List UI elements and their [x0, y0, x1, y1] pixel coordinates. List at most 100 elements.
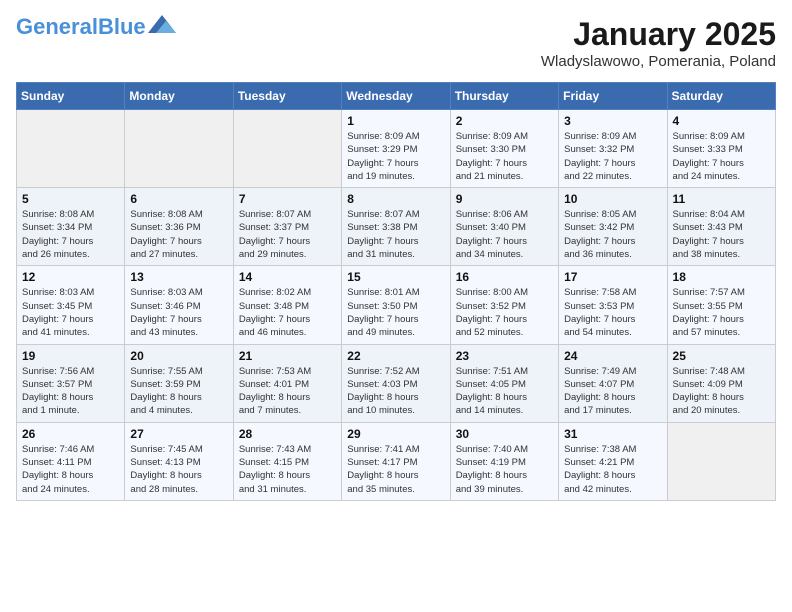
- cell-content: Sunrise: 8:05 AM Sunset: 3:42 PM Dayligh…: [564, 208, 661, 261]
- cell-content: Sunrise: 8:07 AM Sunset: 3:37 PM Dayligh…: [239, 208, 336, 261]
- cell-content: Sunrise: 7:45 AM Sunset: 4:13 PM Dayligh…: [130, 443, 227, 496]
- calendar-cell: 31 Sunrise: 7:38 AM Sunset: 4:21 PM Dayli…: [559, 422, 667, 500]
- day-number: 2: [456, 114, 553, 128]
- month-title: January 2025: [541, 16, 776, 53]
- calendar-cell: 17 Sunrise: 7:58 AM Sunset: 3:53 PM Dayli…: [559, 266, 667, 344]
- calendar-cell: [17, 110, 125, 188]
- day-number: 29: [347, 427, 444, 441]
- calendar-cell: 21 Sunrise: 7:53 AM Sunset: 4:01 PM Dayli…: [233, 344, 341, 422]
- calendar-cell: 1Sunrise: 8:09 AM Sunset: 3:29 PM Daylig…: [342, 110, 450, 188]
- calendar-cell: 10 Sunrise: 8:05 AM Sunset: 3:42 PM Dayli…: [559, 188, 667, 266]
- cell-content: Sunrise: 7:55 AM Sunset: 3:59 PM Dayligh…: [130, 365, 227, 418]
- calendar-cell: 8 Sunrise: 8:07 AM Sunset: 3:38 PM Daylig…: [342, 188, 450, 266]
- day-number: 27: [130, 427, 227, 441]
- calendar-cell: 6Sunrise: 8:08 AM Sunset: 3:36 PM Daylig…: [125, 188, 233, 266]
- calendar-week-row: 5 Sunrise: 8:08 AM Sunset: 3:34 PM Daylig…: [17, 188, 776, 266]
- weekday-header: Saturday: [667, 83, 775, 110]
- calendar-cell: 29 Sunrise: 7:41 AM Sunset: 4:17 PM Dayli…: [342, 422, 450, 500]
- cell-content: Sunrise: 7:52 AM Sunset: 4:03 PM Dayligh…: [347, 365, 444, 418]
- day-number: 30: [456, 427, 553, 441]
- day-number: 25: [673, 349, 770, 363]
- day-number: 8: [347, 192, 444, 206]
- calendar-cell: 28Sunrise: 7:43 AM Sunset: 4:15 PM Dayli…: [233, 422, 341, 500]
- calendar-week-row: 19 Sunrise: 7:56 AM Sunset: 3:57 PM Dayli…: [17, 344, 776, 422]
- day-number: 16: [456, 270, 553, 284]
- weekday-header: Monday: [125, 83, 233, 110]
- cell-content: Sunrise: 8:03 AM Sunset: 3:46 PM Dayligh…: [130, 286, 227, 339]
- cell-content: Sunrise: 7:56 AM Sunset: 3:57 PM Dayligh…: [22, 365, 119, 418]
- day-number: 10: [564, 192, 661, 206]
- cell-content: Sunrise: 7:53 AM Sunset: 4:01 PM Dayligh…: [239, 365, 336, 418]
- day-number: 28: [239, 427, 336, 441]
- cell-content: Sunrise: 8:00 AM Sunset: 3:52 PM Dayligh…: [456, 286, 553, 339]
- calendar-cell: 15Sunrise: 8:01 AM Sunset: 3:50 PM Dayli…: [342, 266, 450, 344]
- cell-content: Sunrise: 8:02 AM Sunset: 3:48 PM Dayligh…: [239, 286, 336, 339]
- calendar-cell: 13 Sunrise: 8:03 AM Sunset: 3:46 PM Dayli…: [125, 266, 233, 344]
- day-number: 18: [673, 270, 770, 284]
- weekday-header: Sunday: [17, 83, 125, 110]
- cell-content: Sunrise: 7:51 AM Sunset: 4:05 PM Dayligh…: [456, 365, 553, 418]
- day-number: 31: [564, 427, 661, 441]
- day-number: 19: [22, 349, 119, 363]
- calendar-cell: 19 Sunrise: 7:56 AM Sunset: 3:57 PM Dayli…: [17, 344, 125, 422]
- calendar-cell: 16 Sunrise: 8:00 AM Sunset: 3:52 PM Dayli…: [450, 266, 558, 344]
- calendar-week-row: 12 Sunrise: 8:03 AM Sunset: 3:45 PM Dayli…: [17, 266, 776, 344]
- cell-content: Sunrise: 7:58 AM Sunset: 3:53 PM Dayligh…: [564, 286, 661, 339]
- logo: GeneralBlue: [16, 16, 176, 38]
- day-number: 13: [130, 270, 227, 284]
- cell-content: Sunrise: 7:40 AM Sunset: 4:19 PM Dayligh…: [456, 443, 553, 496]
- logo-icon: [148, 13, 176, 33]
- header-row: SundayMondayTuesdayWednesdayThursdayFrid…: [17, 83, 776, 110]
- day-number: 20: [130, 349, 227, 363]
- cell-content: Sunrise: 7:48 AM Sunset: 4:09 PM Dayligh…: [673, 365, 770, 418]
- cell-content: Sunrise: 7:57 AM Sunset: 3:55 PM Dayligh…: [673, 286, 770, 339]
- calendar-table: SundayMondayTuesdayWednesdayThursdayFrid…: [16, 82, 776, 501]
- day-number: 6: [130, 192, 227, 206]
- logo-text: GeneralBlue: [16, 16, 146, 38]
- cell-content: Sunrise: 8:09 AM Sunset: 3:30 PM Dayligh…: [456, 130, 553, 183]
- day-number: 22: [347, 349, 444, 363]
- calendar-cell: 11Sunrise: 8:04 AM Sunset: 3:43 PM Dayli…: [667, 188, 775, 266]
- calendar-week-row: 26 Sunrise: 7:46 AM Sunset: 4:11 PM Dayli…: [17, 422, 776, 500]
- calendar-cell: 20 Sunrise: 7:55 AM Sunset: 3:59 PM Dayli…: [125, 344, 233, 422]
- cell-content: Sunrise: 8:09 AM Sunset: 3:33 PM Dayligh…: [673, 130, 770, 183]
- calendar-cell: 26 Sunrise: 7:46 AM Sunset: 4:11 PM Dayli…: [17, 422, 125, 500]
- cell-content: Sunrise: 7:46 AM Sunset: 4:11 PM Dayligh…: [22, 443, 119, 496]
- day-number: 4: [673, 114, 770, 128]
- calendar-cell: 23Sunrise: 7:51 AM Sunset: 4:05 PM Dayli…: [450, 344, 558, 422]
- calendar-cell: 27 Sunrise: 7:45 AM Sunset: 4:13 PM Dayli…: [125, 422, 233, 500]
- calendar-cell: 25 Sunrise: 7:48 AM Sunset: 4:09 PM Dayli…: [667, 344, 775, 422]
- title-block: January 2025 Wladyslawowo, Pomerania, Po…: [541, 16, 776, 70]
- calendar-cell: 18 Sunrise: 7:57 AM Sunset: 3:55 PM Dayli…: [667, 266, 775, 344]
- cell-content: Sunrise: 8:01 AM Sunset: 3:50 PM Dayligh…: [347, 286, 444, 339]
- calendar-cell: [233, 110, 341, 188]
- location-title: Wladyslawowo, Pomerania, Poland: [541, 53, 776, 70]
- calendar-cell: 4 Sunrise: 8:09 AM Sunset: 3:33 PM Daylig…: [667, 110, 775, 188]
- cell-content: Sunrise: 8:08 AM Sunset: 3:34 PM Dayligh…: [22, 208, 119, 261]
- cell-content: Sunrise: 8:07 AM Sunset: 3:38 PM Dayligh…: [347, 208, 444, 261]
- calendar-cell: [125, 110, 233, 188]
- day-number: 21: [239, 349, 336, 363]
- day-number: 11: [673, 192, 770, 206]
- cell-content: Sunrise: 8:03 AM Sunset: 3:45 PM Dayligh…: [22, 286, 119, 339]
- calendar-cell: 14 Sunrise: 8:02 AM Sunset: 3:48 PM Dayli…: [233, 266, 341, 344]
- page-header: GeneralBlue January 2025 Wladyslawowo, P…: [16, 16, 776, 70]
- cell-content: Sunrise: 8:09 AM Sunset: 3:32 PM Dayligh…: [564, 130, 661, 183]
- calendar-cell: 9 Sunrise: 8:06 AM Sunset: 3:40 PM Daylig…: [450, 188, 558, 266]
- day-number: 26: [22, 427, 119, 441]
- calendar-cell: 2 Sunrise: 8:09 AM Sunset: 3:30 PM Daylig…: [450, 110, 558, 188]
- calendar-cell: 24Sunrise: 7:49 AM Sunset: 4:07 PM Dayli…: [559, 344, 667, 422]
- day-number: 24: [564, 349, 661, 363]
- cell-content: Sunrise: 7:38 AM Sunset: 4:21 PM Dayligh…: [564, 443, 661, 496]
- day-number: 17: [564, 270, 661, 284]
- calendar-cell: 7 Sunrise: 8:07 AM Sunset: 3:37 PM Daylig…: [233, 188, 341, 266]
- day-number: 9: [456, 192, 553, 206]
- calendar-body: 1Sunrise: 8:09 AM Sunset: 3:29 PM Daylig…: [17, 110, 776, 501]
- cell-content: Sunrise: 8:06 AM Sunset: 3:40 PM Dayligh…: [456, 208, 553, 261]
- cell-content: Sunrise: 7:41 AM Sunset: 4:17 PM Dayligh…: [347, 443, 444, 496]
- day-number: 5: [22, 192, 119, 206]
- day-number: 7: [239, 192, 336, 206]
- day-number: 12: [22, 270, 119, 284]
- day-number: 1: [347, 114, 444, 128]
- day-number: 14: [239, 270, 336, 284]
